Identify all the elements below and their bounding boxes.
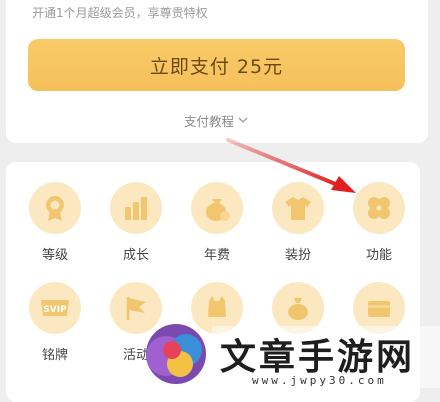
privilege-nameplate[interactable]: SVIP 铭牌 (20, 282, 90, 372)
pay-now-button[interactable]: 立即支付 25元 (28, 39, 405, 91)
function-clover-icon (353, 182, 405, 234)
activity-flag-icon (110, 282, 162, 334)
privilege-label: 活动 (122, 348, 149, 363)
cat-icon (191, 282, 243, 334)
privilege-growth[interactable]: 成长 (101, 182, 171, 272)
privilege-item-3[interactable] (182, 282, 252, 372)
privilege-item-4[interactable] (263, 282, 333, 372)
privilege-label: 年费 (203, 248, 230, 263)
privilege-outfit[interactable]: 装扮 (263, 182, 333, 272)
privilege-label: 铭牌 (41, 348, 68, 363)
privilege-label: 功能 (365, 248, 392, 263)
membership-subtitle: 开通1个月超级会员，享尊贵特权 (32, 6, 208, 20)
card-icon (353, 282, 405, 334)
payment-card: 开通1个月超级会员，享尊贵特权 立即支付 25元 支付教程 (6, 0, 428, 143)
level-badge-icon (29, 182, 81, 234)
payment-tutorial-link[interactable]: 支付教程 (184, 111, 248, 130)
payment-tutorial-label: 支付教程 (184, 114, 235, 129)
privilege-label: 装扮 (284, 248, 311, 263)
pay-now-button-label: 立即支付 25元 (149, 55, 284, 78)
privilege-item-5[interactable] (344, 282, 414, 372)
svip-text: SVIP (43, 305, 67, 315)
privilege-label: 成长 (122, 248, 149, 263)
privilege-function[interactable]: 功能 (344, 182, 414, 272)
privilege-label: 等级 (41, 248, 68, 263)
privilege-annual-fee[interactable]: 年费 (182, 182, 252, 272)
svip-nameplate-icon: SVIP (29, 282, 81, 334)
outfit-shirt-icon (272, 182, 324, 234)
bag-icon (272, 282, 324, 334)
growth-bars-icon (110, 182, 162, 234)
annual-fee-bag-icon (191, 182, 243, 234)
privilege-activity[interactable]: 活动 (101, 282, 171, 372)
privileges-grid: 等级 成长 年费 装扮 功能 SVIP 铭牌 活动 (6, 162, 420, 402)
privilege-level[interactable]: 等级 (20, 182, 90, 272)
chevron-down-icon (238, 117, 248, 124)
